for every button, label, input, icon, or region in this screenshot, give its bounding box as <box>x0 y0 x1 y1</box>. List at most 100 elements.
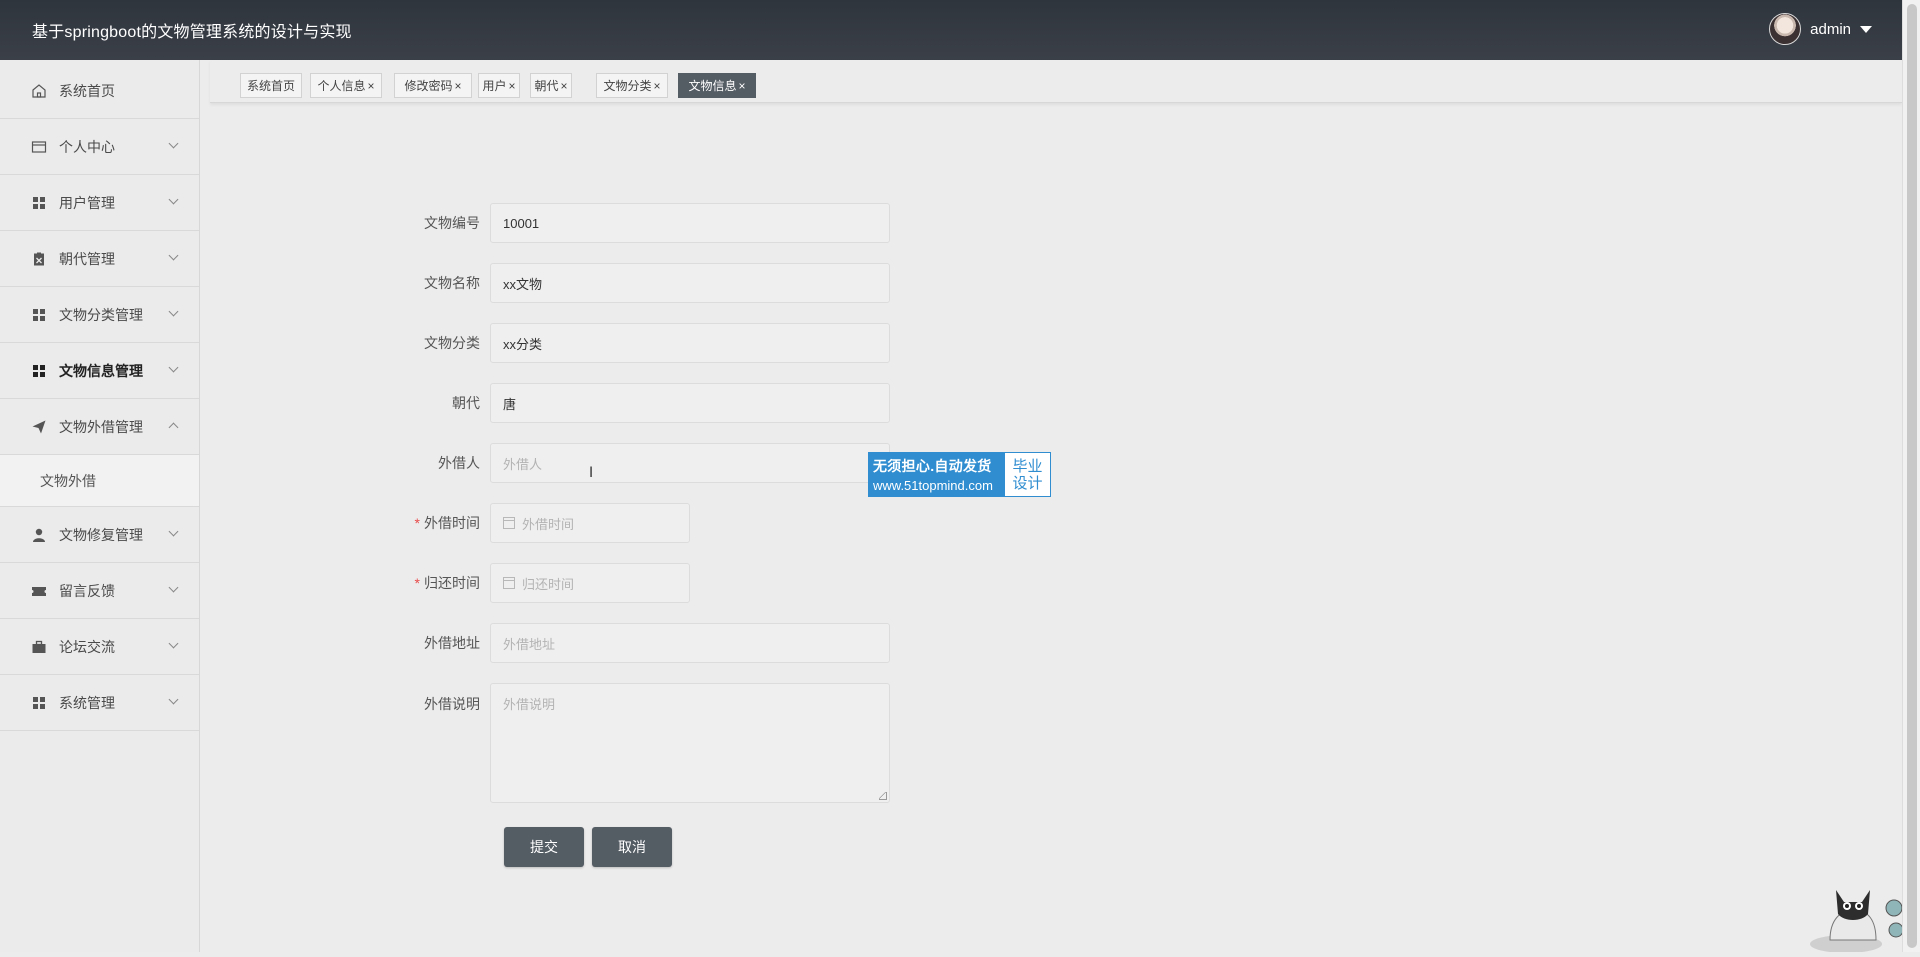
sidebar-item-label: 朝代管理 <box>59 250 115 267</box>
sidebar-item-system-management[interactable]: 系统管理 <box>0 675 199 731</box>
sidebar-item-home[interactable]: 系统首页 <box>0 63 199 119</box>
user-menu[interactable]: admin <box>1769 13 1872 45</box>
loan-description-textarea[interactable]: 外借说明 <box>490 683 890 803</box>
close-icon[interactable]: × <box>561 79 568 93</box>
field-label: 文物编号 <box>424 215 480 231</box>
field-label: 文物分类 <box>424 335 480 351</box>
dynasty-field[interactable]: 唐 <box>490 383 890 423</box>
grid-icon <box>31 195 47 211</box>
sidebar-item-relic-info-management[interactable]: 文物信息管理 <box>0 343 199 399</box>
relic-id-field[interactable]: 10001 <box>490 203 890 243</box>
form-row-borrower: 外借人 外借人 <box>400 443 890 483</box>
send-icon <box>31 419 47 435</box>
return-time-picker[interactable]: 归还时间 <box>490 563 690 603</box>
sidebar-item-label: 文物信息管理 <box>59 362 143 379</box>
watermark-right2: 设计 <box>1012 474 1043 492</box>
sidebar-item-category-management[interactable]: 文物分类管理 <box>0 287 199 343</box>
form-row-loan-address: 外借地址 外借地址 <box>400 623 890 663</box>
tab-label: 系统首页 <box>246 79 295 93</box>
loan-description-placeholder: 外借说明 <box>503 697 556 712</box>
vertical-scrollbar[interactable] <box>1902 0 1920 952</box>
relic-name-field[interactable]: xx文物 <box>490 263 890 303</box>
field-label: 朝代 <box>452 395 480 411</box>
text-cursor-icon: Ⅰ <box>589 464 594 480</box>
tab-label: 个人信息 <box>317 79 366 93</box>
username[interactable]: admin <box>1810 21 1851 38</box>
close-icon[interactable]: × <box>455 79 462 93</box>
mascot-cat-icon[interactable] <box>1806 880 1906 953</box>
calendar-icon <box>503 517 515 529</box>
borrower-input[interactable]: 外借人 <box>490 443 890 483</box>
form-row-loan-time: * 外借时间 外借时间 <box>400 503 690 543</box>
required-mark: * <box>414 575 420 591</box>
caret-down-icon[interactable] <box>1860 25 1872 33</box>
close-icon[interactable]: × <box>739 79 746 93</box>
card-icon <box>31 139 47 155</box>
tab-change-password[interactable]: 修改密码 × <box>394 73 472 98</box>
tab-label: 文物分类 <box>603 79 652 93</box>
tab-label: 修改密码 <box>404 79 453 93</box>
sidebar-item-label: 用户管理 <box>59 194 115 211</box>
loan-time-picker[interactable]: 外借时间 <box>490 503 690 543</box>
tab-user[interactable]: 用户 × <box>478 73 520 98</box>
field-label: 文物名称 <box>424 275 480 291</box>
form-row-return-time: * 归还时间 归还时间 <box>400 563 690 603</box>
sidebar-item-loan-management[interactable]: 文物外借管理 <box>0 399 199 455</box>
app-title: 基于springboot的文物管理系统的设计与实现 <box>32 24 352 41</box>
close-icon[interactable]: × <box>368 79 375 93</box>
sidebar-item-forum[interactable]: 论坛交流 <box>0 619 199 675</box>
chevron-down-icon <box>168 362 179 373</box>
chevron-down-icon <box>168 526 179 537</box>
briefcase-icon <box>31 639 47 655</box>
sidebar-item-feedback[interactable]: 留言反馈 <box>0 563 199 619</box>
loan-address-input[interactable]: 外借地址 <box>490 623 890 663</box>
tab-dynasty[interactable]: 朝代 × <box>530 73 572 98</box>
chevron-up-icon <box>168 422 179 433</box>
tab-label: 朝代 <box>534 79 559 93</box>
resize-handle-icon[interactable] <box>879 792 887 800</box>
tab-personal-info[interactable]: 个人信息 × <box>310 73 382 98</box>
tab-label: 用户 <box>482 79 507 93</box>
tabs-bar: 系统首页 个人信息 × 修改密码 × 用户 × 朝代 × 文物分类 × 文物信息 × <box>210 60 1902 103</box>
chevron-down-icon <box>168 194 179 205</box>
chevron-down-icon <box>168 582 179 593</box>
watermark-left: 无须担心.自动发货 www.51topmind.com <box>869 453 1005 496</box>
scrollbar-thumb[interactable] <box>1907 4 1917 948</box>
sidebar-subitem-relic-loan[interactable]: 文物外借 <box>0 455 199 507</box>
top-header: 基于springboot的文物管理系统的设计与实现 admin <box>0 0 1902 60</box>
sidebar-item-label: 文物修复管理 <box>59 526 143 543</box>
watermark-line1: 无须担心.自动发货 <box>873 458 992 474</box>
loan-time-placeholder: 外借时间 <box>522 516 575 532</box>
close-icon[interactable]: × <box>654 79 661 93</box>
grid-icon <box>31 695 47 711</box>
field-label: * 归还时间 <box>400 573 490 593</box>
sidebar-item-label: 文物分类管理 <box>59 306 143 323</box>
home-icon <box>31 83 47 99</box>
field-label: 外借地址 <box>424 635 480 651</box>
field-label-text: 归还时间 <box>424 575 480 591</box>
tab-relic-info[interactable]: 文物信息 × <box>678 73 756 98</box>
grid-icon <box>31 307 47 323</box>
sidebar-item-dynasty-management[interactable]: 朝代管理 <box>0 231 199 287</box>
user-icon <box>31 527 47 543</box>
sidebar-item-label: 文物外借管理 <box>59 418 143 435</box>
sidebar-item-restoration-management[interactable]: 文物修复管理 <box>0 507 199 563</box>
sidebar-item-label: 个人中心 <box>59 138 115 155</box>
tab-relic-category[interactable]: 文物分类 × <box>596 73 668 98</box>
sidebar-item-user-management[interactable]: 用户管理 <box>0 175 199 231</box>
sidebar-item-label: 留言反馈 <box>59 582 115 599</box>
close-icon[interactable]: × <box>509 79 516 93</box>
avatar[interactable] <box>1769 13 1802 45</box>
chevron-down-icon <box>168 694 179 705</box>
watermark-line2: www.51topmind.com <box>873 478 993 493</box>
sidebar-item-label: 系统首页 <box>59 82 115 99</box>
sidebar: 系统首页 个人中心 用户管理 朝代管理 文物分类管理 文物信息管理 文物外借管理… <box>0 60 200 952</box>
submit-button[interactable]: 提交 <box>504 827 584 867</box>
relic-category-field[interactable]: xx分类 <box>490 323 890 363</box>
tab-label: 文物信息 <box>688 79 737 93</box>
tab-home[interactable]: 系统首页 <box>240 73 302 98</box>
cancel-button[interactable]: 取消 <box>592 827 672 867</box>
clipboard-icon <box>31 251 47 267</box>
sidebar-item-personal-center[interactable]: 个人中心 <box>0 119 199 175</box>
sidebar-item-label: 系统管理 <box>59 694 115 711</box>
